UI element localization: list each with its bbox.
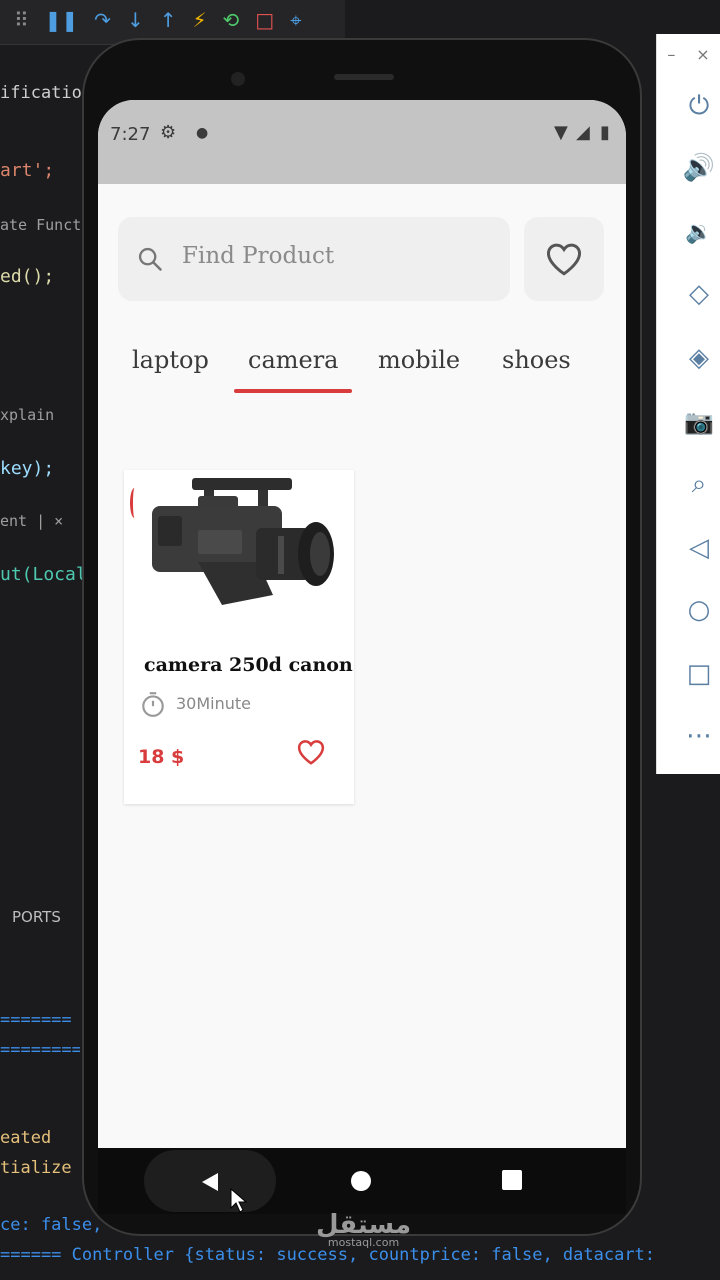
terminal-line: eated [0,1128,52,1148]
signal-icon: ◢ [576,122,590,143]
recents-button[interactable] [502,1170,522,1190]
back-button[interactable] [144,1150,276,1212]
home-icon[interactable]: ○ [679,590,719,630]
wifi-icon: ▼ [554,122,568,143]
status-time: 7:27 [110,124,151,145]
selected-tab-indicator [234,389,352,393]
tab-mobile[interactable]: mobile [378,346,460,374]
stop-icon[interactable]: □ [255,8,274,32]
step-over-icon[interactable]: ↷ [94,8,111,32]
code-line: key); [0,458,55,479]
code-line: ut(Local [0,564,87,585]
product-name: camera 250d canon [144,654,353,676]
overview-icon[interactable]: □ [679,654,719,694]
android-status-bar: 7:27 ⚙ ● ▼ ◢ ▮ [98,100,626,184]
category-tabs: laptop camera mobile shoes [98,340,626,400]
tab-laptop[interactable]: laptop [132,346,209,374]
rotate-right-icon[interactable]: ◈ [679,338,719,378]
product-image [152,478,334,605]
watermark-subtext: mostaql.com [327,1236,400,1249]
close-icon[interactable]: × [696,45,709,64]
timer-icon [142,692,164,717]
emulator-controls-panel: – × ⏻ 🔊 🔉 ◇ ◈ 📷 ⌕ ◁ ○ □ ⋯ [656,34,720,774]
search-input[interactable]: Find Product [118,217,510,301]
terminal-line: ce: false, [0,1215,100,1235]
code-lens: ent | × [0,512,64,530]
app-screen: 7:27 ⚙ ● ▼ ◢ ▮ Find Product laptop camer… [98,100,626,1148]
settings-icon: ⚙ [160,122,177,143]
watermark-logo: مستقل mostaql.com [316,1210,411,1249]
terminal-line: tialize [0,1158,72,1178]
earpiece [334,74,394,80]
product-time: 30Minute [176,694,252,713]
more-options-icon[interactable]: ⋯ [679,716,719,756]
zoom-icon[interactable]: ⌕ [679,464,719,504]
pause-icon[interactable]: ❚❚ [45,8,79,32]
tab-shoes[interactable]: shoes [502,346,571,374]
code-lens: xplain [0,406,55,424]
minimize-icon[interactable]: – [667,45,675,64]
tab-camera[interactable]: camera [248,346,339,374]
volume-up-icon[interactable]: 🔊 [679,148,719,188]
panel-window-controls: – × [657,34,720,74]
rotate-left-icon[interactable]: ◇ [679,274,719,314]
product-card[interactable]: camera 250d canon 30Minute 18 $ [124,470,354,804]
heart-icon[interactable] [296,738,326,766]
mouse-cursor-icon [230,1188,248,1213]
search-icon [138,247,162,271]
favorites-button[interactable] [524,217,604,301]
search-placeholder: Find Product [182,243,335,269]
code-lens: ate Functio [0,216,90,234]
heart-icon [546,243,582,276]
screenshot-icon[interactable]: 📷 [679,402,719,442]
hot-reload-icon[interactable]: ⚡ [192,8,206,32]
home-button[interactable] [351,1171,371,1191]
step-out-icon[interactable]: ↑ [160,8,177,32]
back-icon[interactable]: ◁ [679,528,719,568]
back-icon [202,1173,218,1191]
restart-icon[interactable]: ⟲ [223,8,240,32]
power-icon[interactable]: ⏻ [679,86,719,126]
terminal-line: ========== [0,1040,80,1060]
code-line: ed(); [0,266,55,287]
inspect-icon[interactable]: ⌖ [290,8,301,32]
battery-icon: ▮ [600,122,610,143]
terminal-line: ======= ( [0,1010,80,1030]
step-into-icon[interactable]: ↓ [127,8,144,32]
front-camera [231,72,245,86]
panel-tab-ports[interactable]: PORTS [0,892,90,942]
notification-dot-icon: ● [196,125,209,141]
drag-handle-icon[interactable]: ⠿ [14,8,29,32]
code-line: art'; [0,160,55,181]
product-price: 18 $ [138,746,185,768]
volume-down-icon[interactable]: 🔉 [679,212,719,252]
android-nav-bar [98,1148,626,1214]
